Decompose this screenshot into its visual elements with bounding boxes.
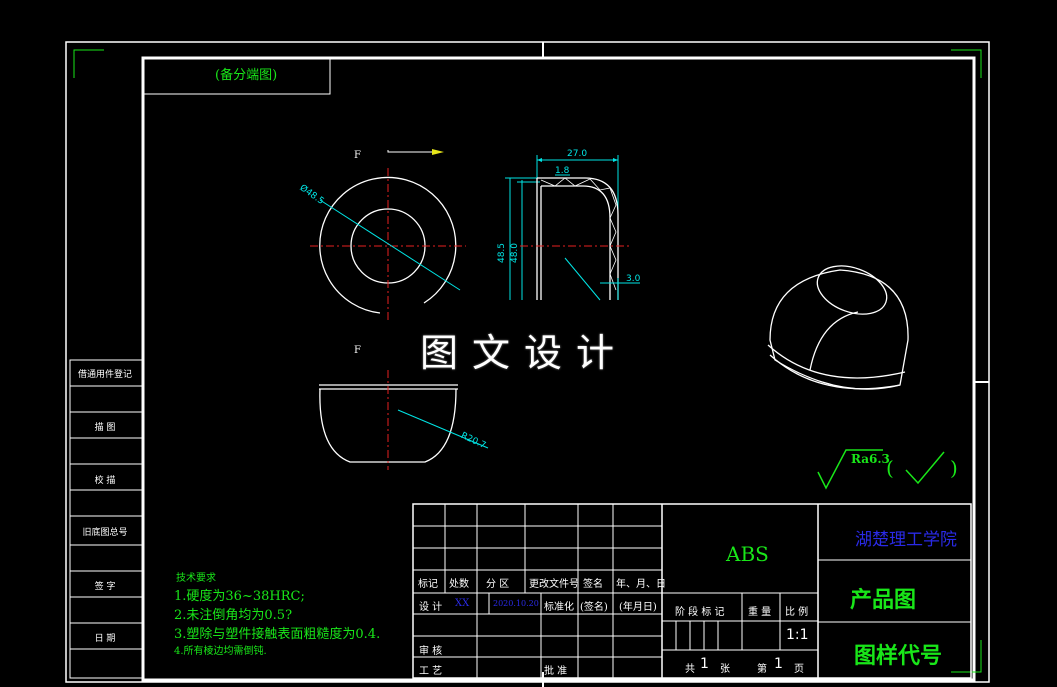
signature-label: (签名) [580,602,608,613]
page-unit: 页 [794,664,804,675]
design-date: 2020.10.20 [493,599,539,608]
scale-header: 比 例 [785,607,809,618]
surface-finish-paren-close: ) [950,456,958,480]
isometric-view [767,265,909,390]
dim-wall-1-8: 1.8 [555,166,570,176]
dim-height-48-0: 48.0 [510,242,521,264]
header-count: 处数 [449,579,469,590]
tech-req-item-4: 4.所有棱边均需倒钝. [174,646,267,657]
date-label: (年月日) [619,602,657,613]
view-label: (备分端图) [215,68,278,83]
sheet-no-value: 1 [774,656,783,672]
header-zone: 分 区 [486,579,510,590]
left-label-signature: 签 字 [94,582,116,592]
surface-finish-value: Ra6.3 [851,452,890,466]
review-label: 审 核 [419,646,443,657]
approve-label: 批 准 [544,666,568,677]
front-view [310,149,466,320]
tech-req-item-2: 2.未注倒角均为0.5? [174,608,293,623]
header-mark: 标记 [418,579,438,590]
dim-width-27: 27.0 [567,149,588,159]
header-sign: 签名 [583,579,603,590]
section-mark-top: F [354,150,361,161]
left-label-check: 校 描 [94,476,116,486]
drawing-code: 图样代号 [854,643,943,669]
tech-req-heading: 技术要求 [176,573,216,584]
header-change-doc: 更改文件号 [529,579,579,590]
watermark-text: 图文设计 [420,331,629,375]
scale-value: 1:1 [786,627,809,643]
left-label-old-number: 旧底图总号 [82,528,128,538]
school-name: 湖楚理工学院 [855,530,957,550]
material-name: ABS [726,542,769,566]
section-view [505,155,640,301]
header-date: 年、月、日 [616,579,666,590]
surface-finish-paren-open: ( [886,456,894,480]
left-label-register: 借通用件登记 [77,370,132,380]
sheets-total-label: 共 [685,664,695,675]
drawing-title: 产品图 [850,587,917,613]
weight-header: 重 量 [748,607,772,618]
sheets-total-value: 1 [700,656,709,672]
design-label: 设 计 [419,602,443,613]
tech-req-item-3: 3.塑除与塑件接触表面粗糙度为0.4. [174,627,381,642]
standardization-label: 标准化 [544,602,574,613]
design-name: XX [455,598,470,609]
dim-height-48-5: 48.5 [497,242,508,264]
sheet-no-label: 第 [757,664,767,675]
bottom-view [319,370,489,470]
sheets-unit: 张 [720,664,730,675]
left-label-trace: 描 图 [94,423,116,433]
left-label-date: 日 期 [94,634,116,644]
tech-req-item-1: 1.硬度为36~38HRC; [174,589,305,604]
craft-label: 工 艺 [419,666,443,677]
stage-mark-header: 阶 段 标 记 [675,607,725,618]
dim-edge-3-0: 3.0 [626,274,641,284]
section-mark-bottom: F [354,345,361,356]
